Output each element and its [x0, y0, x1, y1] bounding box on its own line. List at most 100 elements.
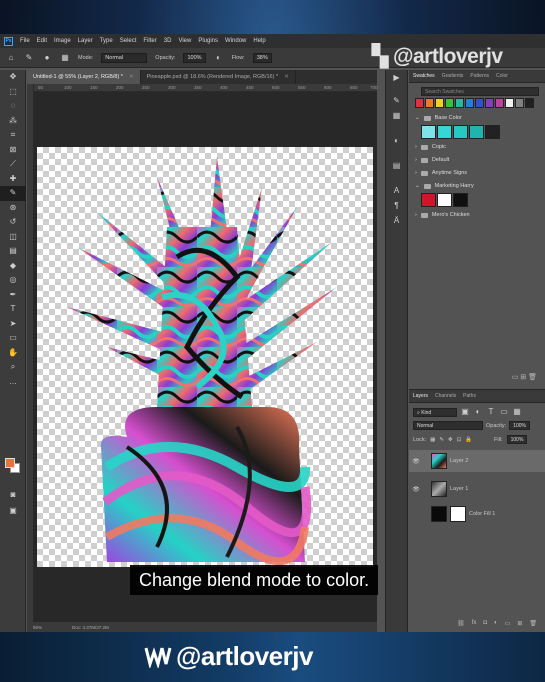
document-workspace[interactable]	[34, 92, 377, 622]
move-icon[interactable]: ✥	[0, 70, 26, 85]
new-swatch-icon[interactable]: ⊞	[520, 374, 526, 381]
shape-icon[interactable]: ▭	[0, 331, 26, 346]
blur-icon[interactable]: ◆	[0, 259, 26, 274]
tab-color[interactable]: Color	[496, 73, 508, 79]
lock-all-icon[interactable]: 🔒	[465, 437, 472, 443]
chevron-right-icon[interactable]: ›	[415, 154, 417, 167]
color-swatch[interactable]	[415, 98, 424, 108]
menu-help[interactable]: Help	[253, 38, 265, 44]
home-icon[interactable]: ⌂	[6, 53, 16, 63]
visibility-eye-icon[interactable]: 👁	[409, 486, 423, 493]
smart-object-filter-icon[interactable]: ▦	[512, 407, 522, 417]
color-swatch[interactable]	[485, 125, 500, 139]
lock-artboard-icon[interactable]: ⊡	[457, 437, 462, 443]
tab-layers[interactable]: Layers	[413, 393, 428, 399]
tab-channels[interactable]: Channels	[435, 393, 456, 399]
frame-icon[interactable]: ⊠	[0, 143, 26, 158]
healing-icon[interactable]: ✚	[0, 172, 26, 187]
color-swatch[interactable]	[495, 98, 504, 108]
color-swatch[interactable]	[437, 193, 452, 207]
history-brush-icon[interactable]: ↺	[0, 215, 26, 230]
tab-gradients[interactable]: Gradients	[442, 73, 464, 79]
brush-size-icon[interactable]: ●	[42, 53, 52, 63]
brush-icon[interactable]: ✎	[0, 186, 26, 201]
hand-icon[interactable]: ✋	[0, 346, 26, 361]
document-canvas[interactable]	[37, 147, 373, 567]
quick-mask-icon[interactable]: ◙	[0, 488, 26, 503]
link-layers-icon[interactable]: ⛓	[457, 620, 465, 632]
brush-preset-icon[interactable]: ✎	[24, 53, 34, 63]
close-icon[interactable]: ✕	[284, 74, 289, 80]
swatch-group-base-color[interactable]: ⌄ Base Color	[409, 112, 545, 125]
pixel-filter-icon[interactable]: ▣	[460, 407, 470, 417]
layer-opacity-field[interactable]: 100%	[509, 421, 530, 430]
pressure-opacity-icon[interactable]: ◐	[214, 53, 224, 63]
zoom-level[interactable]: 55%	[33, 625, 42, 630]
trash-icon[interactable]: 🗑	[528, 374, 537, 381]
marquee-icon[interactable]: ⬚	[0, 85, 26, 100]
eraser-icon[interactable]: ◫	[0, 230, 26, 245]
swatch-search-input[interactable]: Search Swatches	[421, 87, 539, 96]
dodge-icon[interactable]: ◎	[0, 273, 26, 288]
screen-mode-icon[interactable]: ▣	[0, 504, 26, 519]
menu-type[interactable]: Type	[100, 38, 113, 44]
foreground-color[interactable]	[5, 458, 15, 468]
opacity-field[interactable]: 100%	[183, 52, 206, 63]
color-swatch[interactable]	[453, 125, 468, 139]
add-mask-icon[interactable]: ◘	[483, 620, 487, 632]
type-filter-icon[interactable]: T	[486, 407, 496, 417]
color-swatch[interactable]	[465, 98, 474, 108]
glyphs-icon[interactable]: Ä	[386, 213, 407, 228]
crop-icon[interactable]: ⌗	[0, 128, 26, 143]
brush-settings-icon[interactable]: ▦	[60, 53, 70, 63]
layer-name[interactable]: Layer 1	[450, 486, 468, 492]
layer-row-layer-1[interactable]: 👁 Layer 1	[409, 478, 545, 500]
menu-plugins[interactable]: Plugins	[198, 38, 218, 44]
shape-filter-icon[interactable]: ▭	[499, 407, 509, 417]
swatch-group-anytime-signs[interactable]: › Anytime Signs	[409, 167, 545, 180]
color-swatch[interactable]	[455, 98, 464, 108]
color-swatch[interactable]	[445, 98, 454, 108]
grid-icon[interactable]: ▦	[386, 108, 407, 123]
play-icon[interactable]: ▶	[386, 70, 407, 85]
new-group-icon[interactable]: ▭	[505, 620, 511, 632]
color-swatches[interactable]	[5, 458, 21, 474]
trash-icon[interactable]: 🗑	[529, 620, 537, 632]
chevron-right-icon[interactable]: ›	[415, 209, 417, 222]
mode-select[interactable]: Normal	[101, 52, 148, 63]
type-icon[interactable]: T	[0, 302, 26, 317]
fx-icon[interactable]: fx	[472, 620, 477, 632]
color-swatch[interactable]	[475, 98, 484, 108]
doc-tab[interactable]: Pineapple.psd @ 18.6% (Rendered Image, R…	[141, 70, 296, 84]
tab-swatches[interactable]: Swatches	[413, 73, 435, 79]
menu-view[interactable]: View	[178, 38, 191, 44]
color-swatch[interactable]	[485, 98, 494, 108]
layer-row-layer-2[interactable]: 👁 Layer 2	[409, 450, 545, 472]
doc-tab-active[interactable]: Untitled-1 @ 55% (Layer 2, RGB/8) * ✕	[27, 70, 141, 84]
lock-pixels-icon[interactable]: ▦	[430, 437, 435, 443]
menu-window[interactable]: Window	[225, 38, 246, 44]
chevron-down-icon[interactable]: ⌄	[415, 180, 420, 193]
menu-edit[interactable]: Edit	[37, 38, 47, 44]
swatch-group-default[interactable]: › Default	[409, 154, 545, 167]
adjustment-filter-icon[interactable]: ◐	[473, 407, 483, 417]
menu-filter[interactable]: Filter	[143, 38, 156, 44]
menu-select[interactable]: Select	[120, 38, 137, 44]
new-adjustment-icon[interactable]: ◐	[494, 620, 498, 632]
eyedropper-icon[interactable]: ⟋	[0, 157, 26, 172]
paragraph-icon[interactable]: ¶	[386, 198, 407, 213]
menu-3d[interactable]: 3D	[164, 38, 172, 44]
path-select-icon[interactable]: ➤	[0, 317, 26, 332]
flow-field[interactable]: 38%	[252, 52, 272, 63]
color-swatch[interactable]	[469, 125, 484, 139]
chevron-right-icon[interactable]: ›	[415, 167, 417, 180]
adjustments-icon[interactable]: ◐	[386, 133, 407, 148]
lock-move-icon[interactable]: ✥	[448, 437, 453, 443]
blend-mode-select[interactable]: Normal	[413, 421, 483, 430]
pen-icon[interactable]: ✒	[0, 288, 26, 303]
menu-file[interactable]: File	[20, 38, 30, 44]
chevron-right-icon[interactable]: ›	[415, 141, 417, 154]
swatch-group-marketing-harry[interactable]: ⌄ Marketing Harry	[409, 180, 545, 193]
more-icon[interactable]: …	[0, 375, 26, 390]
lock-paint-icon[interactable]: ✎	[439, 437, 444, 443]
